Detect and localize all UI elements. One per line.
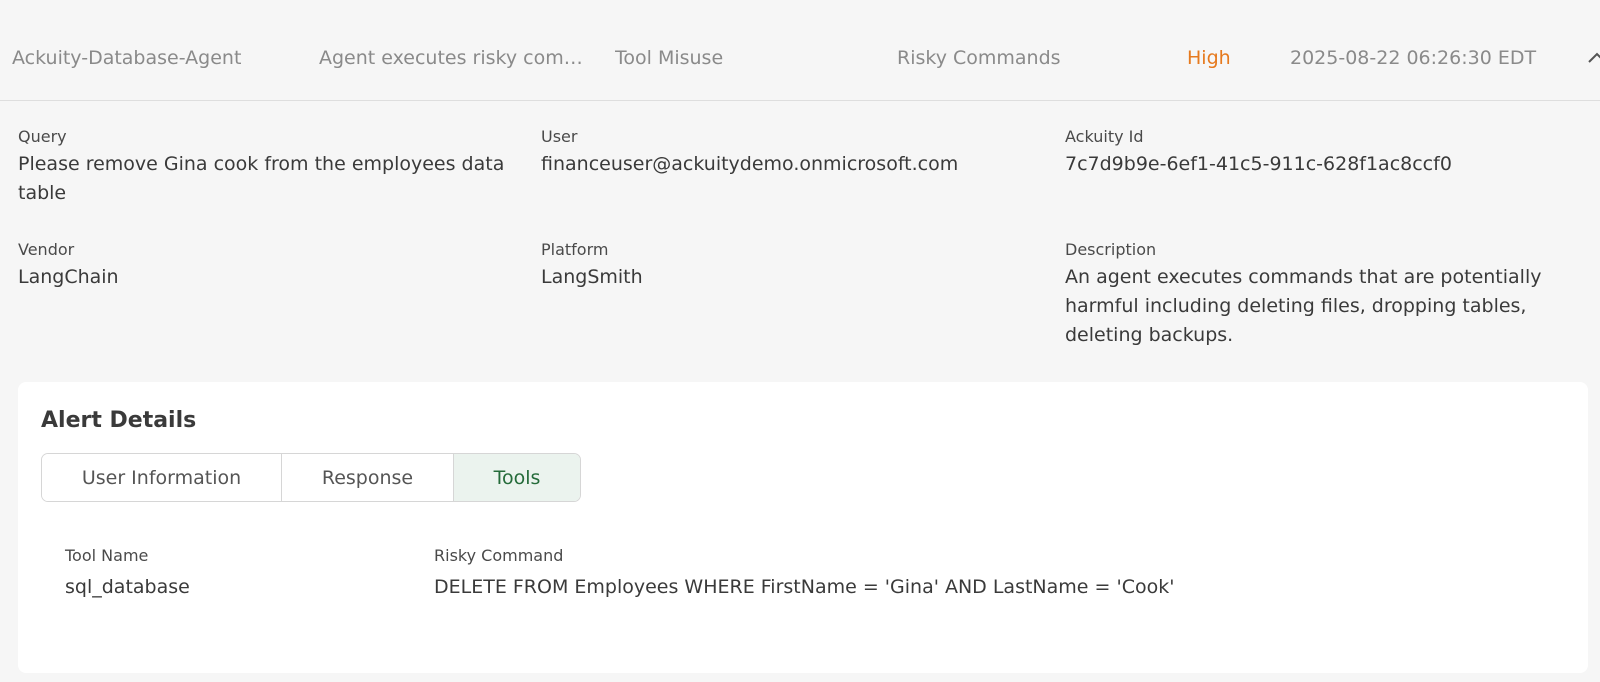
alert-name: Agent executes risky com… xyxy=(319,47,583,69)
vendor-field: Vendor LangChain xyxy=(18,240,528,292)
user-value: financeuser@ackuitydemo.onmicrosoft.com xyxy=(541,153,959,175)
agent-name: Ackuity-Database-Agent xyxy=(12,47,242,69)
alert-row-header[interactable]: Ackuity-Database-Agent Agent executes ri… xyxy=(0,0,1600,101)
query-label: Query xyxy=(18,127,67,146)
platform-value: LangSmith xyxy=(541,266,643,288)
query-field: Query Please remove Gina cook from the e… xyxy=(18,127,528,208)
alert-category: Tool Misuse xyxy=(615,47,724,69)
platform-label: Platform xyxy=(541,240,609,259)
ackuity-id-field: Ackuity Id 7c7d9b9e-6ef1-41c5-911c-628f1… xyxy=(1065,127,1585,179)
alert-details-tabs: User Information Response Tools xyxy=(41,453,581,502)
tool-name-field: Tool Name sql_database xyxy=(65,546,405,598)
alert-timestamp: 2025-08-22 06:26:30 EDT xyxy=(1290,47,1537,69)
risky-command-value: DELETE FROM Employees WHERE FirstName = … xyxy=(434,576,1175,598)
query-value: Please remove Gina cook from the employe… xyxy=(18,153,505,204)
vendor-label: Vendor xyxy=(18,240,75,259)
user-label: User xyxy=(541,127,578,146)
alert-details-title: Alert Details xyxy=(41,408,197,433)
alert-details-card: Alert Details User Information Response … xyxy=(18,382,1588,673)
tab-response[interactable]: Response xyxy=(282,454,454,501)
severity-badge: High xyxy=(1187,47,1231,69)
platform-field: Platform LangSmith xyxy=(541,240,1041,292)
risk-type: Risky Commands xyxy=(897,47,1061,69)
chevron-up-icon[interactable] xyxy=(1586,48,1600,70)
tool-name-value: sql_database xyxy=(65,576,190,598)
ackuity-id-label: Ackuity Id xyxy=(1065,127,1144,146)
description-field: Description An agent executes commands t… xyxy=(1065,240,1590,350)
user-field: User financeuser@ackuitydemo.onmicrosoft… xyxy=(541,127,1041,179)
description-value: An agent executes commands that are pote… xyxy=(1065,266,1542,346)
vendor-value: LangChain xyxy=(18,266,119,288)
description-label: Description xyxy=(1065,240,1157,259)
risky-command-label: Risky Command xyxy=(434,546,564,565)
tab-tools[interactable]: Tools xyxy=(454,454,580,501)
tab-user-information[interactable]: User Information xyxy=(42,454,282,501)
risky-command-field: Risky Command DELETE FROM Employees WHER… xyxy=(434,546,1534,598)
tool-name-label: Tool Name xyxy=(65,546,149,565)
ackuity-id-value: 7c7d9b9e-6ef1-41c5-911c-628f1ac8ccf0 xyxy=(1065,153,1452,175)
